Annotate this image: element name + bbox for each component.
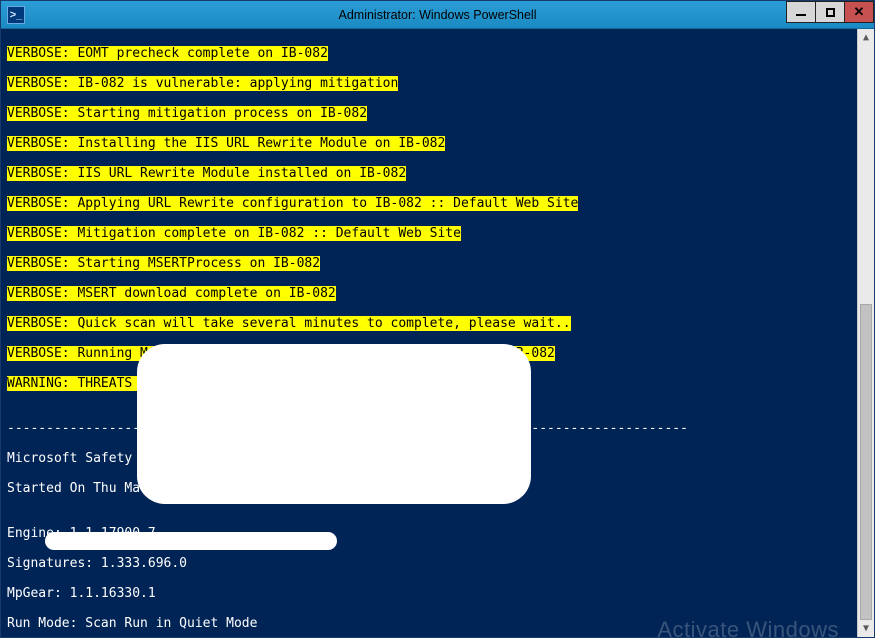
minimize-icon <box>796 14 806 16</box>
close-icon: ✕ <box>854 4 865 20</box>
verbose-line: VERBOSE: Installing the IIS URL Rewrite … <box>7 136 445 151</box>
output-line: Run Mode: Scan Run in Quiet Mode <box>7 616 851 631</box>
minimize-button[interactable] <box>786 1 816 23</box>
maximize-icon <box>826 8 835 17</box>
scroll-thumb[interactable] <box>860 304 872 620</box>
vertical-scrollbar[interactable]: ▲ ▼ <box>857 29 874 637</box>
verbose-line: VERBOSE: Starting mitigation process on … <box>7 106 367 121</box>
verbose-line: VERBOSE: Starting MSERTProcess on IB-082 <box>7 256 320 271</box>
close-button[interactable]: ✕ <box>844 1 874 23</box>
verbose-line: VERBOSE: Mitigation complete on IB-082 :… <box>7 226 461 241</box>
scroll-up-button[interactable]: ▲ <box>858 29 874 46</box>
powershell-window: >_ Administrator: Windows PowerShell ✕ V… <box>0 0 875 638</box>
redaction-block <box>137 344 531 504</box>
redaction-block <box>45 532 337 550</box>
verbose-line: VERBOSE: Quick scan will take several mi… <box>7 316 571 331</box>
scroll-down-button[interactable]: ▼ <box>858 620 874 637</box>
titlebar[interactable]: >_ Administrator: Windows PowerShell ✕ <box>1 1 874 29</box>
verbose-line: VERBOSE: EOMT precheck complete on IB-08… <box>7 46 328 61</box>
powershell-icon: >_ <box>7 6 25 24</box>
verbose-line: VERBOSE: MSERT download complete on IB-0… <box>7 286 336 301</box>
terminal-output[interactable]: VERBOSE: EOMT precheck complete on IB-08… <box>1 29 857 637</box>
verbose-line: VERBOSE: IB-082 is vulnerable: applying … <box>7 76 398 91</box>
client-area: VERBOSE: EOMT precheck complete on IB-08… <box>1 29 874 637</box>
scroll-track[interactable] <box>858 46 874 620</box>
output-line: MpGear: 1.1.16330.1 <box>7 586 851 601</box>
window-title: Administrator: Windows PowerShell <box>1 8 874 22</box>
verbose-line: VERBOSE: IIS URL Rewrite Module installe… <box>7 166 406 181</box>
window-controls: ✕ <box>787 1 874 23</box>
verbose-line: VERBOSE: Applying URL Rewrite configurat… <box>7 196 578 211</box>
maximize-button[interactable] <box>815 1 845 23</box>
output-line: Signatures: 1.333.696.0 <box>7 556 851 571</box>
